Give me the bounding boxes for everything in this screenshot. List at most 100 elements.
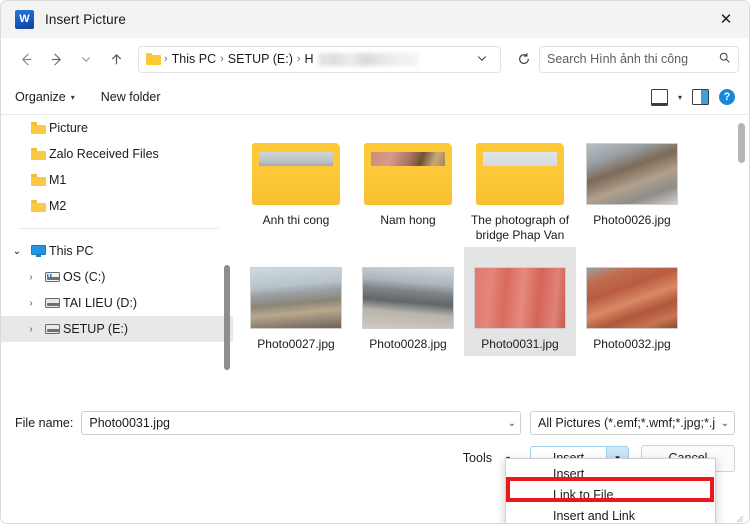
- file-type-filter-value: All Pictures (*.emf;*.wmf;*.jpg;*.j: [538, 416, 716, 430]
- word-icon: W: [15, 9, 34, 29]
- command-bar: Organize ▾ New folder ▾ ?: [1, 80, 749, 114]
- file-tile-folder[interactable]: The photograph of bridge Phap Van: [464, 123, 576, 247]
- refresh-icon[interactable]: [509, 44, 539, 74]
- sidebar-item-label: OS (C:): [63, 270, 106, 284]
- breadcrumb-redacted-region: [317, 52, 418, 66]
- dialog-body: Picture Zalo Received Files M1 M2 ⌄ This…: [1, 114, 749, 402]
- sidebar-item-label: Picture: [49, 121, 88, 135]
- file-tile-image-selected[interactable]: Photo0031.jpg: [464, 247, 576, 356]
- file-pane-scrollbar-thumb[interactable]: [738, 123, 745, 163]
- breadcrumb-item-current[interactable]: H: [302, 52, 317, 66]
- file-name-input[interactable]: Photo0031.jpg ⌄: [81, 411, 521, 435]
- file-name-label: Anh thi cong: [262, 213, 330, 227]
- file-name-label: Nam hong: [380, 213, 436, 227]
- title-bar: W Insert Picture ✕: [1, 1, 749, 38]
- organize-label: Organize: [15, 90, 66, 104]
- sidebar-item-tai-lieu-d[interactable]: › TAI LIEU (D:): [1, 290, 233, 316]
- folder-thumbnail-icon: [252, 143, 340, 205]
- sidebar-item-label: TAI LIEU (D:): [63, 296, 138, 310]
- search-box[interactable]: Search Hình ảnh thi công: [539, 45, 739, 73]
- image-thumbnail: [362, 267, 454, 329]
- file-grid: Anh thi cong Nam hong The photograph of …: [234, 115, 749, 356]
- file-type-filter-select[interactable]: All Pictures (*.emf;*.wmf;*.jpg;*.j ⌄: [530, 411, 735, 435]
- thumbnail: [586, 129, 678, 205]
- file-name-row: File name: Photo0031.jpg ⌄ All Pictures …: [1, 409, 749, 437]
- close-icon[interactable]: ✕: [703, 1, 749, 37]
- this-pc-icon: [27, 245, 49, 257]
- help-glyph: ?: [723, 91, 731, 103]
- view-layout-icon[interactable]: [650, 88, 668, 106]
- folder-thumbnail-icon: [364, 143, 452, 205]
- file-tile-image[interactable]: Photo0026.jpg: [576, 123, 688, 247]
- sidebar-item-label: M2: [49, 199, 67, 213]
- file-name-value: Photo0031.jpg: [89, 416, 170, 430]
- sidebar-item-setup-e[interactable]: › SETUP (E:): [1, 316, 233, 342]
- word-icon-letter: W: [19, 12, 30, 25]
- sidebar-item-this-pc[interactable]: ⌄ This PC: [1, 238, 233, 264]
- chevron-right-icon[interactable]: ›: [21, 272, 41, 283]
- folder-icon: [27, 148, 49, 160]
- breadcrumb[interactable]: › This PC › SETUP (E:) › H: [138, 45, 501, 73]
- help-icon[interactable]: ?: [719, 89, 735, 105]
- new-folder-button[interactable]: New folder: [101, 90, 161, 104]
- menu-item-insert-and-link[interactable]: Insert and Link: [506, 505, 715, 523]
- chevron-down-icon[interactable]: ⌄: [502, 418, 516, 429]
- file-tile-image[interactable]: Photo0032.jpg: [576, 247, 688, 356]
- folder-icon: [27, 174, 49, 186]
- breadcrumb-chevron-down-icon[interactable]: [468, 52, 496, 67]
- sidebar-item-m1[interactable]: M1: [1, 167, 233, 193]
- file-tile-folder[interactable]: Nam hong: [352, 123, 464, 247]
- navigation-sidebar: Picture Zalo Received Files M1 M2 ⌄ This…: [1, 115, 234, 402]
- breadcrumb-item-this-pc[interactable]: This PC: [169, 52, 219, 66]
- file-tile-folder[interactable]: Anh thi cong: [240, 123, 352, 247]
- file-tile-image[interactable]: Photo0027.jpg: [240, 247, 352, 356]
- navigation-bar: › This PC › SETUP (E:) › H Search Hình ả…: [1, 38, 749, 80]
- folder-icon: [27, 122, 49, 134]
- image-thumbnail: [586, 267, 678, 329]
- sidebar-item-m2[interactable]: M2: [1, 193, 233, 219]
- image-thumbnail: [250, 267, 342, 329]
- sidebar-item-zalo-received-files[interactable]: Zalo Received Files: [1, 141, 233, 167]
- file-list-pane: Anh thi cong Nam hong The photograph of …: [234, 115, 749, 402]
- os-drive-icon: [41, 272, 63, 282]
- folder-thumbnail-icon: [476, 143, 564, 205]
- command-bar-right: ▾ ?: [650, 88, 735, 106]
- up-icon[interactable]: [101, 44, 131, 74]
- folder-icon: [27, 200, 49, 212]
- sidebar-item-label: SETUP (E:): [63, 322, 129, 336]
- file-name-label: Photo0027.jpg: [257, 337, 335, 351]
- sidebar-item-label: M1: [49, 173, 67, 187]
- breadcrumb-item-setup-e[interactable]: SETUP (E:): [225, 52, 296, 66]
- file-name-label: Photo0031.jpg: [481, 337, 559, 351]
- sidebar-item-picture[interactable]: Picture: [1, 115, 233, 141]
- thumbnail: [474, 129, 566, 205]
- drive-icon: [41, 324, 63, 334]
- tools-label: Tools: [462, 451, 492, 465]
- sidebar-item-os-c[interactable]: › OS (C:): [1, 264, 233, 290]
- chevron-down-icon: ▾: [70, 92, 75, 102]
- file-name-label-static: File name:: [15, 416, 74, 430]
- search-input[interactable]: Search Hình ảnh thi công: [547, 52, 718, 66]
- menu-item-link-to-file[interactable]: Link to File: [506, 484, 715, 505]
- file-name-label: The photograph of bridge Phap Van: [470, 213, 570, 242]
- dialog-title: Insert Picture: [45, 11, 126, 27]
- menu-item-insert[interactable]: Insert: [506, 463, 715, 484]
- chevron-right-icon[interactable]: ›: [21, 298, 41, 309]
- resize-grip[interactable]: [732, 511, 744, 523]
- chevron-down-icon[interactable]: ⌄: [717, 418, 729, 429]
- preview-pane-icon[interactable]: [692, 89, 709, 105]
- forward-icon[interactable]: [41, 44, 71, 74]
- chevron-right-icon[interactable]: ›: [21, 324, 41, 335]
- back-icon[interactable]: [11, 44, 41, 74]
- insert-picture-dialog: W Insert Picture ✕ › This PC › SETUP (E:…: [0, 0, 750, 524]
- thumbnail: [474, 253, 566, 329]
- sidebar-item-label: This PC: [49, 244, 94, 258]
- sidebar-scrollbar-thumb[interactable]: [224, 265, 230, 370]
- chevron-down-icon[interactable]: ⌄: [7, 246, 27, 257]
- file-name-label: Photo0028.jpg: [369, 337, 447, 351]
- view-chevron-down-icon[interactable]: ▾: [678, 93, 682, 102]
- organize-button[interactable]: Organize ▾: [15, 90, 75, 104]
- file-tile-image[interactable]: Photo0028.jpg: [352, 247, 464, 356]
- recent-locations-chevron-down-icon[interactable]: [71, 44, 101, 74]
- drive-icon: [41, 298, 63, 308]
